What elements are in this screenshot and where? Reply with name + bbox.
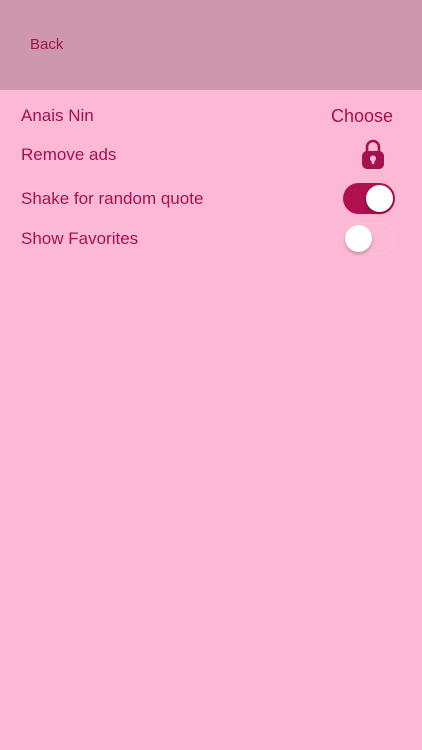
lock-icon[interactable] [361, 138, 385, 170]
choose-author-button[interactable]: Choose [331, 106, 393, 126]
author-label: Anais Nin [21, 106, 94, 125]
favorites-toggle[interactable] [343, 223, 395, 254]
shake-toggle[interactable] [343, 183, 395, 214]
back-button[interactable]: Back [30, 36, 63, 54]
favorites-label: Show Favorites [21, 229, 139, 248]
shake-label: Shake for random quote [21, 189, 204, 208]
toggle-knob [366, 185, 393, 212]
toggle-knob [344, 224, 372, 252]
remove-ads-label: Remove ads [21, 145, 117, 164]
author-row: Anais Nin Choose [0, 105, 422, 127]
remove-ads-row: Remove ads [0, 144, 422, 166]
navigation-bar: Back [0, 0, 422, 90]
